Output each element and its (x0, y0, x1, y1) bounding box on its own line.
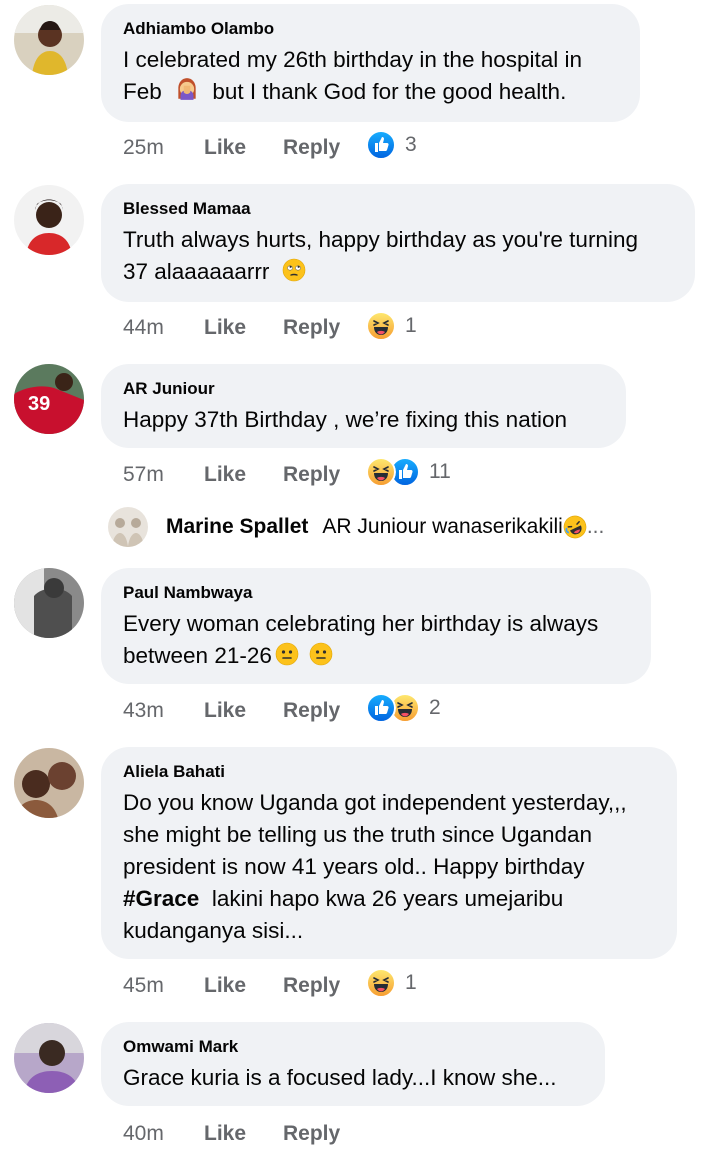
facepalm-emoji-icon (174, 76, 200, 102)
reaction-count: 3 (405, 133, 417, 156)
neutral-face-emoji-icon (309, 642, 333, 666)
comment-bubble: AR Juniour Happy 37th Birthday , we’re f… (101, 364, 626, 448)
reaction-summary[interactable]: 3 (366, 130, 417, 160)
reaction-summary[interactable]: 1 (366, 968, 417, 998)
reaction-summary[interactable]: 2 (366, 693, 441, 723)
haha-reaction-icon (366, 457, 396, 487)
comment-bubble: Adhiambo Olambo I celebrated my 26th bir… (101, 4, 640, 122)
comment-timestamp: 40m (123, 1122, 164, 1145)
rolling-eyes-emoji-icon (282, 258, 306, 282)
comment-text: I celebrated my 26th birthday in the hos… (123, 47, 583, 104)
avatar[interactable]: 39 (14, 364, 84, 434)
like-button[interactable]: Like (204, 316, 283, 340)
reaction-count: 1 (405, 314, 417, 337)
comment-author[interactable]: Omwami Mark (123, 1036, 583, 1058)
comment-author[interactable]: Aliela Bahati (123, 761, 655, 783)
like-button[interactable]: Like (204, 463, 283, 487)
comment-author[interactable]: Blessed Mamaa (123, 198, 673, 220)
comment-actions: 45m Like Reply 1 (123, 971, 417, 1001)
like-button[interactable]: Like (204, 974, 283, 998)
comment-bubble: Blessed Mamaa Truth always hurts, happy … (101, 184, 695, 302)
comment-timestamp: 25m (123, 136, 164, 159)
comment-author[interactable]: Paul Nambwaya (123, 582, 629, 604)
comment-timestamp: 57m (123, 463, 164, 486)
reaction-summary[interactable]: 11 (366, 457, 451, 487)
comment-bubble: Omwami Mark Grace kuria is a focused lad… (101, 1022, 605, 1106)
reply-button[interactable]: Reply (283, 1122, 366, 1146)
reply-button[interactable]: Reply (283, 974, 366, 998)
comment-text: Grace kuria is a focused lady...I know s… (123, 1065, 557, 1090)
like-reaction-icon (366, 693, 396, 723)
rofl-emoji-icon (563, 515, 587, 539)
reaction-count: 11 (429, 460, 451, 483)
reply-author[interactable]: Marine Spallet (166, 515, 308, 539)
comment-actions: 44m Like Reply 1 (123, 313, 417, 343)
avatar[interactable] (14, 748, 84, 818)
avatar[interactable] (14, 185, 84, 255)
reply-ellipsis: ... (586, 515, 605, 538)
reply-button[interactable]: Reply (283, 316, 366, 340)
comment-timestamp: 45m (123, 974, 164, 997)
reply-preview[interactable]: Marine Spallet AR Juniour wanaserikakili… (108, 505, 604, 549)
comment-actions: 40m Like Reply (123, 1119, 366, 1149)
hashtag-link[interactable]: #Grace (123, 886, 199, 911)
avatar[interactable] (14, 1023, 84, 1093)
haha-reaction-icon (366, 968, 396, 998)
reply-text: AR Juniour wanaserikakili (322, 515, 563, 538)
comment-text: Do you know Uganda got independent yeste… (123, 790, 627, 943)
reply-button[interactable]: Reply (283, 136, 366, 160)
like-button[interactable]: Like (204, 699, 283, 723)
comment-author[interactable]: AR Juniour (123, 378, 604, 400)
comment-actions: 43m Like Reply 2 (123, 696, 441, 726)
comment-text: Truth always hurts, happy birthday as yo… (123, 227, 638, 284)
comment-text: Happy 37th Birthday , we’re fixing this … (123, 407, 567, 432)
reply-button[interactable]: Reply (283, 699, 366, 723)
svg-text:39: 39 (28, 393, 50, 415)
reaction-count: 1 (405, 971, 417, 994)
reaction-count: 2 (429, 696, 441, 719)
reaction-summary[interactable]: 1 (366, 311, 417, 341)
reply-button[interactable]: Reply (283, 463, 366, 487)
like-button[interactable]: Like (204, 1122, 283, 1146)
comment-actions: 57m Like Reply 11 (123, 460, 451, 490)
avatar[interactable] (108, 507, 148, 547)
comment-bubble: Paul Nambwaya Every woman celebrating he… (101, 568, 651, 684)
avatar[interactable] (14, 568, 84, 638)
comment-actions: 25m Like Reply 3 (123, 133, 417, 163)
haha-reaction-icon (366, 311, 396, 341)
avatar[interactable] (14, 5, 84, 75)
like-reaction-icon (366, 130, 396, 160)
comment-timestamp: 44m (123, 316, 164, 339)
comment-author[interactable]: Adhiambo Olambo (123, 18, 618, 40)
comment-text: Every woman celebrating her birthday is … (123, 611, 599, 668)
comment-bubble: Aliela Bahati Do you know Uganda got ind… (101, 747, 677, 959)
comment-timestamp: 43m (123, 699, 164, 722)
neutral-face-emoji-icon (275, 642, 299, 666)
like-button[interactable]: Like (204, 136, 283, 160)
